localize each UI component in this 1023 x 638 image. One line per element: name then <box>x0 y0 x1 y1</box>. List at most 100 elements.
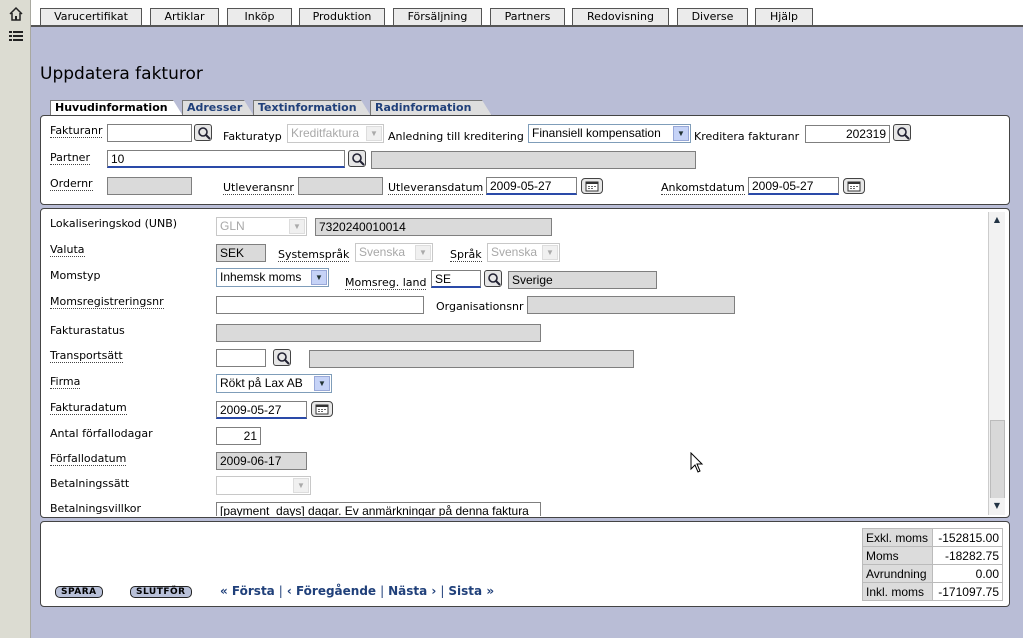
chevron-down-icon: ▼ <box>542 245 558 260</box>
fakturanr-input[interactable] <box>107 124 192 142</box>
scroll-up-icon[interactable]: ▲ <box>989 212 1005 228</box>
systemsprak-select[interactable]: Svenska ▼ <box>355 243 433 262</box>
total-label: Inkl. moms <box>862 582 933 601</box>
utleveransnr-field <box>298 177 383 195</box>
search-icon <box>198 127 211 140</box>
utleveransdatum-label: Utleveransdatum <box>388 181 484 195</box>
total-label: Avrundning <box>862 564 933 583</box>
momsreg-land-name-field: Sverige <box>508 271 657 289</box>
firma-select[interactable]: Rökt på Lax AB ▼ <box>216 374 332 393</box>
finish-button[interactable]: SLUTFÖR <box>130 586 192 598</box>
menu-varucertifikat[interactable]: Varucertifikat <box>40 8 142 26</box>
orgnr-field <box>527 296 735 314</box>
fakturadatum-label: Fakturadatum <box>50 401 127 415</box>
utleveransdatum-input[interactable]: 2009-05-27 <box>486 177 577 195</box>
firma-label: Firma <box>50 375 81 389</box>
momsreg-land-search-button[interactable] <box>484 270 502 287</box>
lokalisering-value-field: 7320240010014 <box>315 218 552 236</box>
home-icon[interactable] <box>8 6 24 22</box>
nav-last-link[interactable]: Sista » <box>448 584 494 598</box>
total-value: -18282.75 <box>932 546 1003 565</box>
chevron-down-icon: ▼ <box>311 270 327 285</box>
total-label: Moms <box>862 546 933 565</box>
partner-search-button[interactable] <box>348 150 366 167</box>
calendar-icon <box>847 181 861 192</box>
fakturastatus-label: Fakturastatus <box>50 324 125 337</box>
kreditera-input[interactable]: 202319 <box>805 125 890 143</box>
systemsprak-label: Systemspråk <box>278 248 350 262</box>
betalningsvillkor-label: Betalningsvillkor <box>50 502 142 515</box>
momsreg-land-input[interactable]: SE <box>431 270 481 288</box>
search-icon <box>277 352 290 365</box>
menu-redovisning[interactable]: Redovisning <box>572 8 669 26</box>
partner-input[interactable]: 10 <box>107 150 345 168</box>
clipped-row: Betalningsvillkor [payment_days] dagar. … <box>41 500 987 516</box>
menu-diverse[interactable]: Diverse <box>677 8 748 26</box>
tab-textinformation[interactable]: Textinformation <box>253 100 357 116</box>
calendar-icon <box>315 404 329 415</box>
fakturatyp-select[interactable]: Kreditfaktura ▼ <box>287 124 384 143</box>
chevron-down-icon: ▼ <box>415 245 431 260</box>
table-row: Moms -18282.75 <box>862 546 1003 565</box>
transportsatt-search-button[interactable] <box>273 349 291 366</box>
momstyp-select[interactable]: Inhemsk moms ▼ <box>216 268 329 287</box>
scroll-thumb[interactable] <box>990 420 1005 500</box>
betalningssatt-label: Betalningssätt <box>50 477 130 490</box>
total-label: Exkl. moms <box>862 528 933 547</box>
total-value: -171097.75 <box>932 582 1003 601</box>
chevron-down-icon: ▼ <box>366 126 382 141</box>
tab-huvudinformation[interactable]: Huvudinformation <box>50 100 168 116</box>
nav-prev-link[interactable]: ‹ Föregående <box>287 584 376 598</box>
chevron-down-icon: ▼ <box>314 376 330 391</box>
chevron-down-icon: ▼ <box>673 126 689 141</box>
totals-table: Exkl. moms -152815.00 Moms -18282.75 Avrun… <box>862 528 1003 601</box>
lokalisering-type-select[interactable]: GLN ▼ <box>216 217 307 236</box>
kreditera-search-button[interactable] <box>893 124 911 141</box>
details-scrollbar[interactable]: ▲ ▼ <box>988 212 1005 515</box>
search-icon <box>488 273 501 286</box>
betalningsvillkor-input[interactable]: [payment_days] dagar. Ev anmärkningar på… <box>216 502 541 516</box>
transportsatt-input[interactable] <box>216 349 266 367</box>
ankomstdatum-calendar-button[interactable] <box>843 178 865 194</box>
table-row: Inkl. moms -171097.75 <box>862 582 1003 601</box>
utleveransdatum-calendar-button[interactable] <box>581 178 603 194</box>
menu-artiklar[interactable]: Artiklar <box>150 8 219 26</box>
fakturadatum-input[interactable]: 2009-05-27 <box>216 401 307 419</box>
record-navigation: « Första | ‹ Föregående | Nästa › | Sista » <box>220 584 495 598</box>
save-button[interactable]: SPARA <box>55 586 103 598</box>
total-value: 0.00 <box>932 564 1003 583</box>
momstyp-label: Momstyp <box>50 269 101 282</box>
betalningssatt-select[interactable]: ▼ <box>216 476 311 495</box>
menu-produktion[interactable]: Produktion <box>299 8 385 26</box>
partner-label: Partner <box>50 151 90 165</box>
table-row: Avrundning 0.00 <box>862 564 1003 583</box>
chevron-down-icon: ▼ <box>289 219 305 234</box>
tab-adresser[interactable]: Adresser <box>182 100 242 116</box>
anledning-select[interactable]: Finansiell kompensation ▼ <box>528 124 691 143</box>
sprak-select[interactable]: Svenska ▼ <box>487 243 560 262</box>
valuta-field: SEK <box>216 244 266 262</box>
menu-inkop[interactable]: Inköp <box>227 8 292 26</box>
transportsatt-label: Transportsätt <box>50 349 123 363</box>
transportsatt-name-field <box>309 350 634 368</box>
ordernr-label: Ordernr <box>50 177 93 191</box>
menu-hjalp[interactable]: Hjälp <box>755 8 813 26</box>
utleveransnr-label: Utleveransnr <box>223 181 294 195</box>
menu-partners[interactable]: Partners <box>490 8 565 26</box>
forfallodagar-input[interactable]: 21 <box>216 427 261 445</box>
fakturanr-search-button[interactable] <box>194 124 212 141</box>
nav-next-link[interactable]: Nästa › <box>388 584 436 598</box>
chevron-down-icon: ▼ <box>293 478 309 493</box>
list-icon[interactable] <box>8 28 24 44</box>
ankomstdatum-input[interactable]: 2009-05-27 <box>748 177 839 195</box>
menu-forsaljning[interactable]: Försäljning <box>393 8 482 26</box>
fakturadatum-calendar-button[interactable] <box>311 401 333 417</box>
nav-first-link[interactable]: « Första <box>220 584 275 598</box>
momsregnr-label: Momsregistreringsnr <box>50 295 164 309</box>
tab-radinformation[interactable]: Radinformation <box>370 100 471 116</box>
momsregnr-input[interactable] <box>216 296 424 314</box>
ordernr-field <box>107 177 192 195</box>
scroll-down-icon[interactable]: ▼ <box>989 498 1005 514</box>
fakturanr-label: Fakturanr <box>50 124 103 138</box>
sprak-label: Språk <box>450 248 482 262</box>
